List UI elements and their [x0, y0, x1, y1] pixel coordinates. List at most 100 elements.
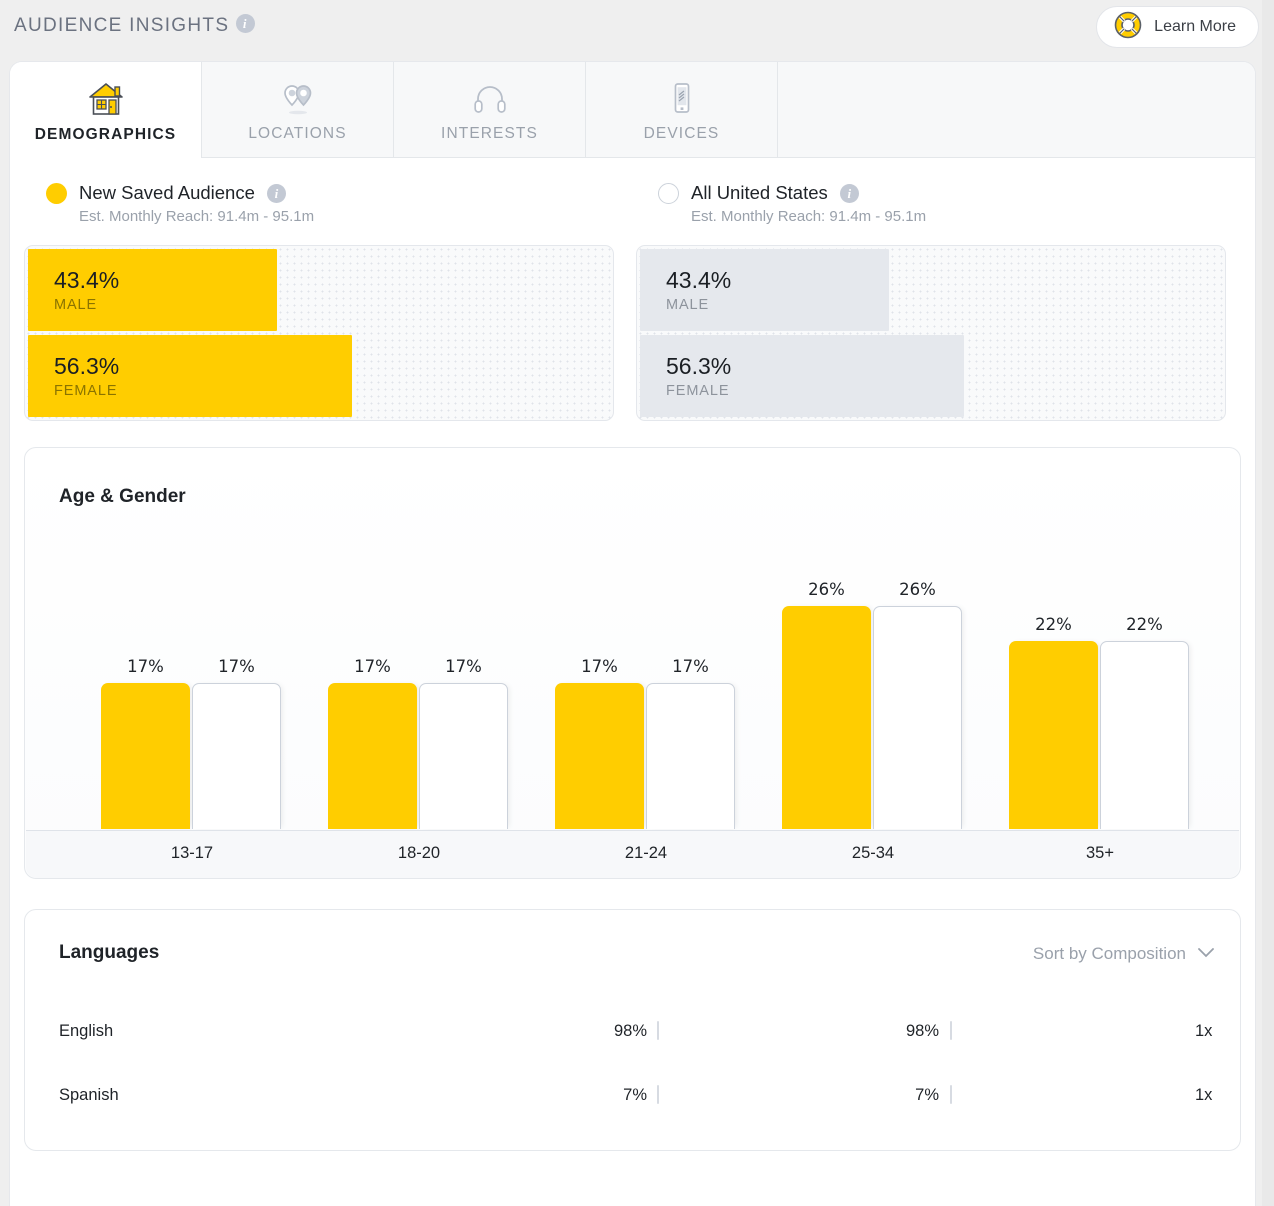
- bar-wrapper: 22%: [1009, 641, 1098, 829]
- bar-all-us[interactable]: [192, 683, 281, 829]
- gender-bar-female: 56.3% FEMALE: [28, 335, 352, 417]
- gender-bar-male: 43.4% MALE: [640, 249, 889, 331]
- axis-tick-label: 25-34: [783, 844, 963, 863]
- gender-label: MALE: [666, 297, 889, 313]
- bar-saved-audience[interactable]: [555, 683, 644, 829]
- bar-wrapper: 22%: [1100, 641, 1189, 829]
- bar-value-label: 17%: [419, 657, 508, 676]
- bar-wrapper: 17%: [101, 683, 190, 829]
- life-ring-icon: [1113, 10, 1143, 45]
- mobile-phone-icon: [661, 77, 703, 119]
- panel-body: New Saved Audience i Est. Monthly Reach:…: [10, 182, 1255, 1151]
- bar-wrapper: 17%: [646, 683, 735, 829]
- audience-selector-all-us[interactable]: All United States i: [636, 182, 1226, 204]
- bar-group: 17%17%: [555, 683, 735, 829]
- audience-name: All United States: [691, 182, 828, 204]
- gender-label: FEMALE: [54, 383, 352, 399]
- info-icon[interactable]: i: [236, 14, 255, 33]
- map-pins-icon: [277, 77, 319, 119]
- page-title: AUDIENCE INSIGHTS i: [14, 14, 255, 37]
- audience-reach: Est. Monthly Reach: 91.4m - 95.1m: [24, 208, 614, 225]
- axis-tick-label: 18-20: [329, 844, 509, 863]
- languages-card: Languages Sort by Composition English98%…: [24, 909, 1241, 1151]
- tab-label: DEVICES: [644, 125, 720, 143]
- bar-saved-audience[interactable]: [328, 683, 417, 829]
- tab-demographics[interactable]: DEMOGRAPHICS: [10, 62, 202, 158]
- audience-column-saved: New Saved Audience i Est. Monthly Reach:…: [24, 182, 614, 421]
- learn-more-button[interactable]: Learn More: [1096, 6, 1259, 48]
- bar-group: 17%17%: [328, 683, 508, 829]
- bar-value-label: 22%: [1009, 615, 1098, 634]
- bar-group: 22%22%: [1009, 641, 1189, 829]
- language-percent-saved: 7%: [585, 1086, 647, 1105]
- audience-selector-saved[interactable]: New Saved Audience i: [24, 182, 614, 204]
- top-bar: AUDIENCE INSIGHTS i Learn More: [0, 0, 1274, 52]
- language-percent-all-us: 7%: [877, 1086, 939, 1105]
- gender-bar-male: 43.4% MALE: [28, 249, 277, 331]
- language-name: Spanish: [59, 1086, 119, 1105]
- gender-card-saved: 43.4% MALE 56.3% FEMALE: [24, 245, 614, 421]
- chart-x-axis: 13-17 18-20 21-24 25-34 35+: [26, 830, 1239, 878]
- bar-all-us[interactable]: [419, 683, 508, 829]
- sort-label: Sort by Composition: [1033, 944, 1186, 964]
- bar-group: 26%26%: [782, 606, 962, 829]
- house-icon: [85, 78, 127, 120]
- bar-value-label: 17%: [192, 657, 281, 676]
- page-title-text: AUDIENCE INSIGHTS: [14, 15, 229, 36]
- language-bar-saved: [657, 1086, 875, 1104]
- language-row[interactable]: Spanish7%7%1x: [25, 1080, 1240, 1110]
- bar-all-us[interactable]: [873, 606, 962, 829]
- bar-all-us[interactable]: [1100, 641, 1189, 829]
- headphones-icon: [469, 77, 511, 119]
- gender-card-all-us: 43.4% MALE 56.3% FEMALE: [636, 245, 1226, 421]
- bar-saved-audience[interactable]: [1009, 641, 1098, 829]
- bar-wrapper: 17%: [419, 683, 508, 829]
- radio-selected-icon[interactable]: [46, 183, 67, 204]
- language-bar-all-us: [950, 1086, 1168, 1104]
- bar-saved-audience[interactable]: [101, 683, 190, 829]
- gender-label: MALE: [54, 297, 277, 313]
- bar-wrapper: 26%: [782, 606, 871, 829]
- axis-tick-label: 13-17: [102, 844, 282, 863]
- chart-plot-area: 17%17%17%17%17%17%26%26%22%22%: [25, 524, 1240, 829]
- bar-wrapper: 17%: [328, 683, 417, 829]
- language-row[interactable]: English98%98%1x: [25, 1016, 1240, 1046]
- bar-value-label: 17%: [646, 657, 735, 676]
- bar-value-label: 26%: [873, 580, 962, 599]
- audience-name: New Saved Audience: [79, 182, 255, 204]
- age-gender-chart-card: Age & Gender 17%17%17%17%17%17%26%26%22%…: [24, 447, 1241, 879]
- bar-wrapper: 26%: [873, 606, 962, 829]
- audience-reach: Est. Monthly Reach: 91.4m - 95.1m: [636, 208, 1226, 225]
- tab-bar: DEMOGRAPHICS LOCATIONS: [10, 62, 1255, 158]
- sort-dropdown[interactable]: Sort by Composition: [1033, 944, 1214, 964]
- learn-more-label: Learn More: [1154, 18, 1236, 36]
- info-icon[interactable]: i: [840, 184, 859, 203]
- bar-value-label: 22%: [1100, 615, 1189, 634]
- bar-wrapper: 17%: [192, 683, 281, 829]
- gender-percent: 43.4%: [666, 267, 889, 293]
- scrollbar-gutter[interactable]: [1262, 0, 1274, 1206]
- bar-all-us[interactable]: [646, 683, 735, 829]
- chevron-down-icon[interactable]: [1198, 945, 1214, 963]
- info-icon[interactable]: i: [267, 184, 286, 203]
- bar-value-label: 17%: [555, 657, 644, 676]
- audience-comparison-row: New Saved Audience i Est. Monthly Reach:…: [24, 182, 1241, 421]
- language-bar-saved: [657, 1022, 875, 1040]
- bar-saved-audience[interactable]: [782, 606, 871, 829]
- bar-value-label: 26%: [782, 580, 871, 599]
- language-bar-all-us: [950, 1022, 1168, 1040]
- gender-percent: 56.3%: [54, 353, 352, 379]
- chart-title: Age & Gender: [59, 486, 186, 508]
- tab-label: LOCATIONS: [248, 125, 346, 143]
- tab-interests[interactable]: INTERESTS: [394, 62, 586, 158]
- insights-panel: DEMOGRAPHICS LOCATIONS: [10, 62, 1255, 1206]
- tab-locations[interactable]: LOCATIONS: [202, 62, 394, 158]
- axis-tick-label: 35+: [1010, 844, 1190, 863]
- language-ratio: 1x: [1195, 1022, 1212, 1041]
- gender-bar-female: 56.3% FEMALE: [640, 335, 964, 417]
- tab-devices[interactable]: DEVICES: [586, 62, 778, 158]
- bar-wrapper: 17%: [555, 683, 644, 829]
- axis-tick-label: 21-24: [556, 844, 736, 863]
- radio-unselected-icon[interactable]: [658, 183, 679, 204]
- tab-bar-filler: [778, 62, 1255, 158]
